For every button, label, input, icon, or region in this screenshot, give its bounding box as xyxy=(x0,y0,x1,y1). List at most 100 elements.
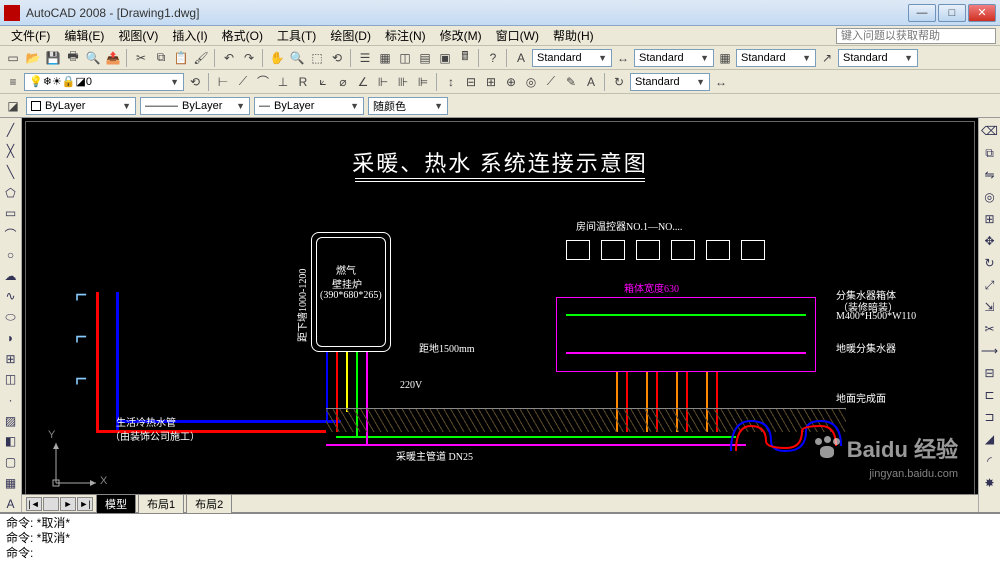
copy-obj-icon[interactable]: ⧉ xyxy=(981,144,999,162)
zoom-win-icon[interactable]: ⬚ xyxy=(308,49,326,67)
maximize-button[interactable]: □ xyxy=(938,4,966,22)
polygon-icon[interactable]: ⬠ xyxy=(2,184,20,201)
point-icon[interactable]: · xyxy=(2,392,20,409)
menu-help[interactable]: 帮助(H) xyxy=(546,25,601,46)
text-style-icon[interactable]: A xyxy=(512,49,530,67)
fillet-icon[interactable]: ◜ xyxy=(981,452,999,470)
properties-icon[interactable]: ☰ xyxy=(356,49,374,67)
explode-icon[interactable]: ✸ xyxy=(981,474,999,492)
menu-file[interactable]: 文件(F) xyxy=(4,25,57,46)
table-style-dropdown[interactable]: Standard▼ xyxy=(736,49,816,67)
tab-model[interactable]: 模型 xyxy=(96,494,136,513)
tab-layout2[interactable]: 布局2 xyxy=(186,494,232,513)
tab-nav-prev[interactable] xyxy=(43,497,59,511)
color-dropdown[interactable]: ByLayer▼ xyxy=(26,97,136,115)
scale-icon[interactable]: ⤢ xyxy=(981,276,999,294)
center-mark-icon[interactable]: ⊕ xyxy=(502,73,520,91)
menu-window[interactable]: 窗口(W) xyxy=(489,25,546,46)
menu-format[interactable]: 格式(O) xyxy=(215,25,270,46)
arc-icon[interactable]: ⌒ xyxy=(2,226,20,243)
help-icon[interactable]: ? xyxy=(484,49,502,67)
zoom-rt-icon[interactable]: 🔍 xyxy=(288,49,306,67)
table-icon[interactable]: ▦ xyxy=(2,475,20,492)
cut-icon[interactable]: ✂ xyxy=(132,49,150,67)
menu-draw[interactable]: 绘图(D) xyxy=(323,25,378,46)
dim-style-dropdown[interactable]: Standard▼ xyxy=(634,49,714,67)
dim-style-icon[interactable]: ↔ xyxy=(614,49,632,67)
pan-icon[interactable]: ✋ xyxy=(268,49,286,67)
dim-style-mgr-icon[interactable]: ↔ xyxy=(712,73,730,91)
gradient-icon[interactable]: ◧ xyxy=(2,433,20,450)
dim-jogged-icon[interactable]: ⟀ xyxy=(314,73,332,91)
layer-dropdown[interactable]: 💡❄☀🔒◪ 0▼ xyxy=(24,73,184,91)
offset-icon[interactable]: ◎ xyxy=(981,188,999,206)
xline-icon[interactable]: ╳ xyxy=(2,143,20,160)
dim-space-icon[interactable]: ↕ xyxy=(442,73,460,91)
match-prop-icon[interactable]: 🖌 xyxy=(192,49,210,67)
layer-manager-icon[interactable]: ≡ xyxy=(4,73,22,91)
dim-continue-icon[interactable]: ⊫ xyxy=(414,73,432,91)
rectangle-icon[interactable]: ▭ xyxy=(2,205,20,222)
dim-break-icon[interactable]: ⊟ xyxy=(462,73,480,91)
tolerance-icon[interactable]: ⊞ xyxy=(482,73,500,91)
dim-tedit-icon[interactable]: A xyxy=(582,73,600,91)
tab-layout1[interactable]: 布局1 xyxy=(138,494,184,513)
redo-icon[interactable]: ↷ xyxy=(240,49,258,67)
dim-aligned-icon[interactable]: ⟋ xyxy=(234,73,252,91)
array-icon[interactable]: ⊞ xyxy=(981,210,999,228)
menu-tools[interactable]: 工具(T) xyxy=(270,25,323,46)
dim-radius-icon[interactable]: R xyxy=(294,73,312,91)
make-block-icon[interactable]: ◫ xyxy=(2,371,20,388)
paste-icon[interactable]: 📋 xyxy=(172,49,190,67)
line-icon[interactable]: ╱ xyxy=(2,122,20,139)
ellipse-icon[interactable]: ⬭ xyxy=(2,309,20,326)
new-icon[interactable]: ▭ xyxy=(4,49,22,67)
pline-icon[interactable]: ╲ xyxy=(2,163,20,180)
design-center-icon[interactable]: ▦ xyxy=(376,49,394,67)
mtext-icon[interactable]: A xyxy=(2,495,20,512)
linetype-dropdown[interactable]: ———ByLayer▼ xyxy=(140,97,250,115)
inspect-icon[interactable]: ◎ xyxy=(522,73,540,91)
dim-ordinate-icon[interactable]: ⊥ xyxy=(274,73,292,91)
save-icon[interactable]: 💾 xyxy=(44,49,62,67)
dim-update-icon[interactable]: ↻ xyxy=(610,73,628,91)
tab-nav-next[interactable]: ► xyxy=(60,497,76,511)
dim-baseline-icon[interactable]: ⊪ xyxy=(394,73,412,91)
undo-icon[interactable]: ↶ xyxy=(220,49,238,67)
print-icon[interactable]: 🖶 xyxy=(64,49,82,67)
stretch-icon[interactable]: ⇲ xyxy=(981,298,999,316)
drawing-canvas[interactable]: 采暖、热水 系统连接示意图 房间温控器NO.1—NO.... 燃气 壁挂炉 (3… xyxy=(25,121,975,509)
hatch-icon[interactable]: ▨ xyxy=(2,412,20,429)
jog-linear-icon[interactable]: ⟋ xyxy=(542,73,560,91)
erase-icon[interactable]: ⌫ xyxy=(981,122,999,140)
tab-nav-first[interactable]: |◄ xyxy=(26,497,42,511)
plotstyle-dropdown[interactable]: 随颜色▼ xyxy=(368,97,448,115)
circle-icon[interactable]: ○ xyxy=(2,247,20,264)
layer-prev-icon[interactable]: ⟲ xyxy=(186,73,204,91)
zoom-prev-icon[interactable]: ⟲ xyxy=(328,49,346,67)
text-style-dropdown[interactable]: Standard▼ xyxy=(532,49,612,67)
mleader-style-dropdown[interactable]: Standard▼ xyxy=(838,49,918,67)
mleader-style-icon[interactable]: ↗ xyxy=(818,49,836,67)
ellipse-arc-icon[interactable]: ◗ xyxy=(2,329,20,346)
join-icon[interactable]: ⊐ xyxy=(981,408,999,426)
break-icon[interactable]: ⊏ xyxy=(981,386,999,404)
lineweight-dropdown[interactable]: —ByLayer▼ xyxy=(254,97,364,115)
menu-edit[interactable]: 编辑(E) xyxy=(57,25,111,46)
sheet-set-icon[interactable]: ▤ xyxy=(416,49,434,67)
color-control-icon[interactable]: ◪ xyxy=(4,97,22,115)
command-input[interactable] xyxy=(33,546,994,561)
dim-style-dropdown2[interactable]: Standard▼ xyxy=(630,73,710,91)
rotate-icon[interactable]: ↻ xyxy=(981,254,999,272)
dim-arc-icon[interactable]: ⌒ xyxy=(254,73,272,91)
minimize-button[interactable]: — xyxy=(908,4,936,22)
dim-angular-icon[interactable]: ∠ xyxy=(354,73,372,91)
spline-icon[interactable]: ∿ xyxy=(2,288,20,305)
move-icon[interactable]: ✥ xyxy=(981,232,999,250)
markup-icon[interactable]: ▣ xyxy=(436,49,454,67)
open-icon[interactable]: 📂 xyxy=(24,49,42,67)
break-point-icon[interactable]: ⊟ xyxy=(981,364,999,382)
chamfer-icon[interactable]: ◢ xyxy=(981,430,999,448)
calc-icon[interactable]: 🖩 xyxy=(456,49,474,67)
publish-icon[interactable]: 📤 xyxy=(104,49,122,67)
